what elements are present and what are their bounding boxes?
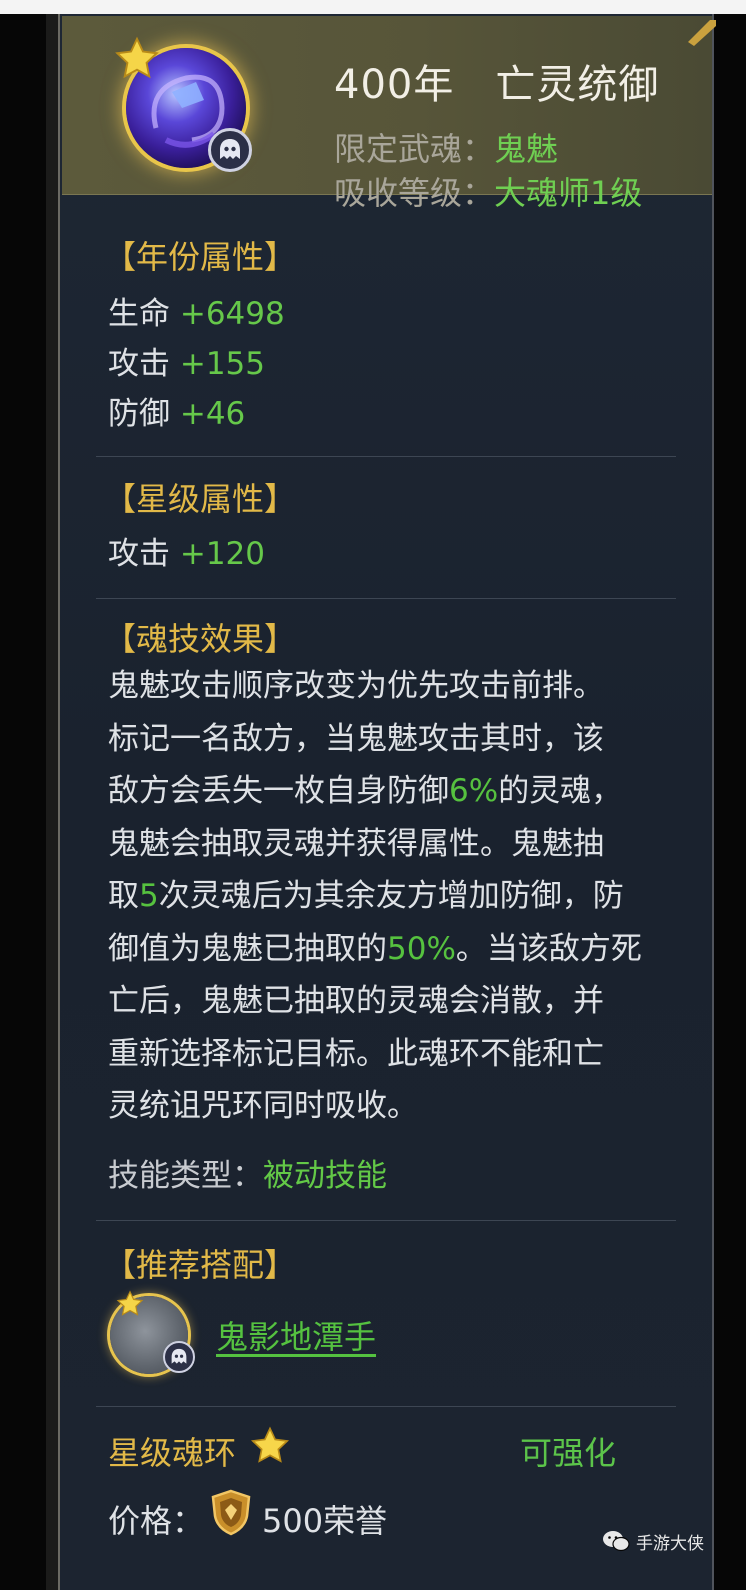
attr-label: 攻击 bbox=[108, 346, 180, 382]
skill-line: 标记一名敌方，当鬼魅攻击其时，该 bbox=[108, 713, 688, 766]
skill-text-segment: 的灵魂， bbox=[498, 773, 623, 809]
attr-value: +46 bbox=[179, 396, 246, 432]
year-attrs-title: 【年份属性】 bbox=[104, 238, 297, 276]
skill-type: 技能类型：被动技能 bbox=[108, 1150, 387, 1195]
attr-label: 防御 bbox=[108, 396, 180, 432]
skill-text-segment: 重新选择标记目标。此魂环不能和亡 bbox=[108, 1035, 604, 1072]
skill-text-segment: 鬼魅会抽取灵魂并获得属性。鬼魅抽 bbox=[108, 825, 604, 862]
skill-text-segment: 敌方会丢失一枚自身防御 bbox=[108, 773, 449, 809]
star-icon bbox=[116, 1290, 144, 1316]
item-header: 400年 亡灵统御 限定武魂：鬼魅 吸收等级：大魂师1级 bbox=[62, 16, 716, 212]
skill-text-segment: 次灵魂后为其余友方增加防御，防 bbox=[158, 878, 624, 914]
skill-line: 御值为鬼魅已抽取的50%。当该敌方死 bbox=[108, 923, 688, 976]
divider bbox=[96, 1406, 676, 1407]
divider bbox=[96, 1220, 676, 1221]
star-icon bbox=[115, 36, 159, 79]
restrict-label: 限定武魂： bbox=[334, 130, 495, 168]
skill-type-value: 被动技能 bbox=[263, 1158, 387, 1194]
skill-text-segment: 取 bbox=[108, 878, 139, 914]
attr-defense: 防御 +46 bbox=[108, 388, 245, 433]
skill-type-label: 技能类型： bbox=[108, 1158, 263, 1194]
recommended-ring-link[interactable]: 鬼影地潭手 bbox=[216, 1312, 376, 1358]
absorb-label: 吸收等级： bbox=[334, 174, 495, 212]
skill-highlight-value: 5 bbox=[139, 878, 159, 914]
skill-text-segment: 亡后，鬼魅已抽取的灵魂会消散，并 bbox=[108, 983, 604, 1019]
skill-line: 敌方会丢失一枚自身防御6%的灵魂， bbox=[108, 765, 688, 818]
star-ring-label: 星级魂环 bbox=[108, 1434, 237, 1472]
attr-label: 攻击 bbox=[108, 536, 180, 572]
watermark-text: 手游大侠 bbox=[636, 1533, 704, 1554]
attr-attack: 攻击 +155 bbox=[108, 338, 265, 383]
star-attr-attack: 攻击 +120 bbox=[108, 528, 265, 573]
corner-ornament-icon bbox=[688, 20, 716, 46]
absorb-value: 大魂师1级 bbox=[494, 174, 643, 212]
left-border bbox=[46, 14, 58, 1590]
upgrade-button[interactable]: 可强化 bbox=[520, 1428, 616, 1474]
skill-text-segment: 灵统诅咒环同时吸收。 bbox=[108, 1088, 418, 1124]
skill-title: 【魂技效果】 bbox=[104, 620, 297, 658]
skill-text-segment: 御值为鬼魅已抽取的 bbox=[108, 930, 387, 967]
watermark: 手游大侠 bbox=[602, 1526, 704, 1556]
recommend-title: 【推荐搭配】 bbox=[104, 1246, 297, 1284]
skill-text-segment: 标记一名敌方，当鬼魅攻击其时，该 bbox=[108, 720, 604, 757]
soul-ring-icon bbox=[115, 36, 260, 178]
skill-line: 重新选择标记目标。此魂环不能和亡 bbox=[108, 1028, 688, 1081]
skill-line: 鬼魅攻击顺序改变为优先攻击前排。 bbox=[108, 660, 688, 713]
absorb-level: 吸收等级：大魂师1级 bbox=[334, 168, 642, 214]
price-value: 500荣誉 bbox=[262, 1502, 388, 1540]
skill-line: 亡后，鬼魅已抽取的灵魂会消散，并 bbox=[108, 975, 688, 1028]
star-attrs-title: 【星级属性】 bbox=[104, 480, 297, 518]
ghost-martial-soul-badge-icon bbox=[208, 128, 252, 172]
price-label: 价格： bbox=[108, 1502, 205, 1540]
skill-highlight-value: 50% bbox=[387, 930, 456, 967]
divider bbox=[96, 598, 676, 599]
attr-label: 生命 bbox=[108, 296, 180, 332]
attr-hp: 生命 +6498 bbox=[108, 288, 285, 333]
restrict-martial-soul: 限定武魂：鬼魅 bbox=[334, 124, 558, 170]
skill-line: 鬼魅会抽取灵魂并获得属性。鬼魅抽 bbox=[108, 818, 688, 871]
divider bbox=[96, 456, 676, 457]
honor-shield-icon bbox=[211, 1489, 251, 1536]
skill-description: 鬼魅攻击顺序改变为优先攻击前排。 标记一名敌方，当鬼魅攻击其时，该 敌方会丢失一枚自… bbox=[108, 660, 688, 1133]
attr-value: +155 bbox=[179, 346, 266, 382]
skill-highlight-value: 6% bbox=[449, 773, 499, 809]
ghost-martial-soul-badge-icon bbox=[163, 1341, 195, 1373]
wechat-icon bbox=[603, 1531, 630, 1552]
attr-value: +120 bbox=[179, 536, 266, 572]
skill-text-segment: 。当该敌方死 bbox=[455, 930, 642, 967]
attr-value: +6498 bbox=[179, 296, 285, 332]
skill-text-segment: 鬼魅攻击顺序改变为优先攻击前排。 bbox=[108, 668, 604, 704]
star-icon bbox=[250, 1426, 290, 1463]
item-title: 400年 亡灵统御 bbox=[334, 62, 660, 108]
skill-line: 灵统诅咒环同时吸收。 bbox=[108, 1080, 688, 1133]
top-strip bbox=[0, 0, 746, 14]
restrict-value: 鬼魅 bbox=[494, 130, 559, 168]
skill-line: 取5次灵魂后为其余友方增加防御，防 bbox=[108, 870, 688, 923]
